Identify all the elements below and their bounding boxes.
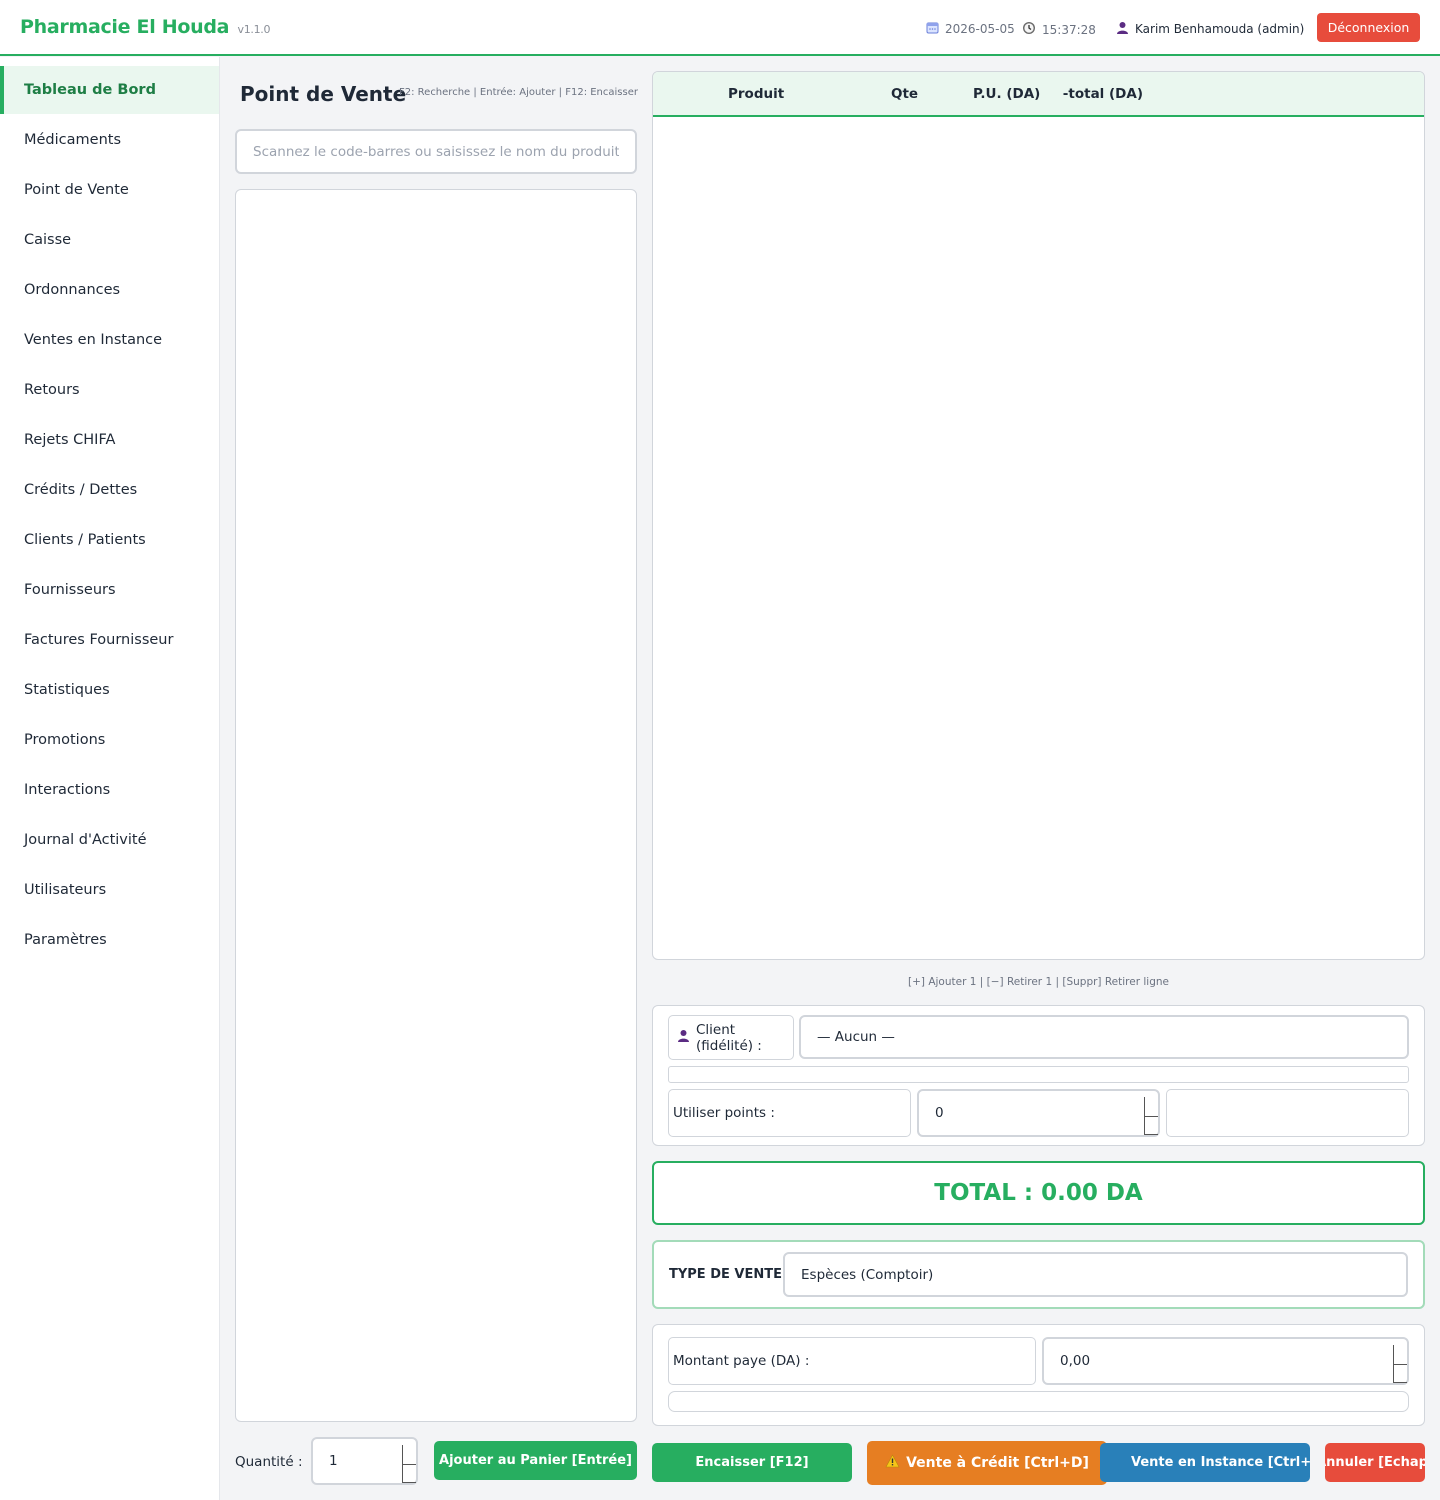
sidebar-item-statistiques[interactable]: Statistiques [0,666,219,714]
app-header: Pharmacie El Houda v1.1.0 2026-05-05 15:… [0,0,1440,56]
credit-sale-button[interactable]: Vente à Crédit [Ctrl+D] [867,1441,1107,1485]
user-icon [677,1029,690,1046]
points-label: Utiliser points : [668,1089,911,1137]
sidebar-item-rejets-chifa[interactable]: Rejets CHIFA [0,416,219,464]
sidebar-item-ordonnances[interactable]: Ordonnances [0,266,219,314]
search-results-list[interactable] [235,189,637,1422]
shortcut-hints: F2: Recherche | Entrée: Ajouter | F12: E… [399,87,638,98]
client-info-bar [668,1066,1409,1083]
header-time: 15:37:28 [1022,21,1096,38]
sale-type-panel: TYPE DE VENTE : Espèces (Comptoir) [652,1240,1425,1309]
checkout-button[interactable]: Encaisser [F12] [652,1443,852,1482]
column-pu[interactable]: P.U. (DA) [973,86,1040,102]
sidebar-item-caisse[interactable]: Caisse [0,216,219,264]
user-name: Karim Benhamouda (admin) [1135,22,1305,36]
product-search-input[interactable] [235,129,637,174]
sidebar-item-tableau-de-bord[interactable]: Tableau de Bord [0,66,219,114]
client-label-text: Client (fidélité) : [696,1021,762,1054]
sidebar-item-parametres[interactable]: Paramètres [0,916,219,964]
points-stepper[interactable]: 0 [917,1089,1160,1137]
hold-sale-label: Vente en Instance [Ctrl+H] [1131,1455,1310,1470]
points-value: 0 [935,1105,944,1121]
column-sous-total-label: Sous-total (DA) [1063,86,1143,102]
clock-icon [1022,21,1036,38]
total-display: TOTAL : 0.00 DA [652,1161,1425,1225]
date-text: 2026-05-05 [945,22,1015,36]
points-stepper-arrows[interactable] [1144,1097,1158,1135]
payment-stepper-arrows[interactable] [1393,1345,1407,1383]
hold-sale-button[interactable]: Vente en Instance [Ctrl+H] [1100,1443,1310,1482]
cancel-sale-label: Annuler [Echap] [1325,1455,1425,1470]
sidebar-item-interactions[interactable]: Interactions [0,766,219,814]
sidebar-item-utilisateurs[interactable]: Utilisateurs [0,866,219,914]
sidebar-item-journal-activite[interactable]: Journal d'Activité [0,816,219,864]
checkout-label: Encaisser [F12] [695,1455,809,1470]
payment-amount-stepper[interactable]: 0,00 [1042,1337,1409,1385]
user-icon [1116,21,1129,37]
column-produit[interactable]: Produit [728,86,784,102]
quantity-stepper[interactable]: 1 [311,1437,418,1485]
warning-icon [885,1454,900,1472]
sidebar-item-credits-dettes[interactable]: Crédits / Dettes [0,466,219,514]
client-select[interactable]: — Aucun — [799,1015,1409,1059]
sidebar-item-factures-fournisseur[interactable]: Factures Fournisseur [0,616,219,664]
cart-table[interactable]: Produit Qte P.U. (DA) Sous-total (DA) [652,71,1425,960]
column-sous-total[interactable]: Sous-total (DA) [1063,86,1143,102]
column-qte[interactable]: Qte [891,86,918,102]
change-display [668,1391,1409,1412]
sidebar-item-ventes-en-instance[interactable]: Ventes en Instance [0,316,219,364]
header-date: 2026-05-05 [926,21,1015,37]
sidebar-item-medicaments[interactable]: Médicaments [0,116,219,164]
payment-label-text: Montant paye (DA) : [673,1353,810,1369]
time-text: 15:37:28 [1042,22,1096,37]
points-info-box [1166,1089,1409,1137]
app-brand: Pharmacie El Houda v1.1.0 [20,16,270,38]
total-text: TOTAL : 0.00 DA [934,1180,1143,1206]
app-name: Pharmacie El Houda [20,16,230,38]
page-title: Point de Vente [240,82,407,106]
quantity-stepper-arrows[interactable] [402,1445,416,1483]
sidebar-item-point-de-vente[interactable]: Point de Vente [0,166,219,214]
payment-label: Montant paye (DA) : [668,1337,1036,1385]
sidebar-item-clients-patients[interactable]: Clients / Patients [0,516,219,564]
quantity-value: 1 [329,1453,338,1469]
add-to-cart-button[interactable]: Ajouter au Panier [Entrée] [434,1441,637,1480]
sale-type-select[interactable]: Espèces (Comptoir) [783,1252,1408,1297]
sidebar-item-promotions[interactable]: Promotions [0,716,219,764]
points-label-text: Utiliser points : [673,1105,775,1121]
logout-button[interactable]: Déconnexion [1317,13,1420,42]
credit-sale-label: Vente à Crédit [Ctrl+D] [906,1455,1089,1471]
cart-hint: [+] Ajouter 1 | [−] Retirer 1 | [Suppr] … [907,976,1169,988]
cart-table-header: Produit Qte P.U. (DA) Sous-total (DA) [653,72,1424,117]
client-panel: Client (fidélité) : — Aucun — Utiliser p… [652,1005,1425,1146]
payment-panel: Montant paye (DA) : 0,00 [652,1324,1425,1426]
sale-type-value: Espèces (Comptoir) [801,1266,934,1283]
sidebar: Tableau de Bord Médicaments Point de Ven… [0,57,220,1500]
payment-amount-value: 0,00 [1060,1353,1091,1369]
add-to-cart-label: Ajouter au Panier [Entrée] [439,1453,632,1468]
sale-type-label: TYPE DE VENTE : [669,1267,792,1282]
app-version: v1.1.0 [237,23,271,36]
sidebar-item-fournisseurs[interactable]: Fournisseurs [0,566,219,614]
cancel-sale-button[interactable]: Annuler [Echap] [1325,1443,1425,1482]
sidebar-item-retours[interactable]: Retours [0,366,219,414]
client-label: Client (fidélité) : [668,1015,794,1060]
quantity-label: Quantité : [235,1454,303,1470]
calendar-icon [926,21,939,37]
header-user: Karim Benhamouda (admin) [1116,21,1304,37]
client-select-value: — Aucun — [817,1029,895,1045]
